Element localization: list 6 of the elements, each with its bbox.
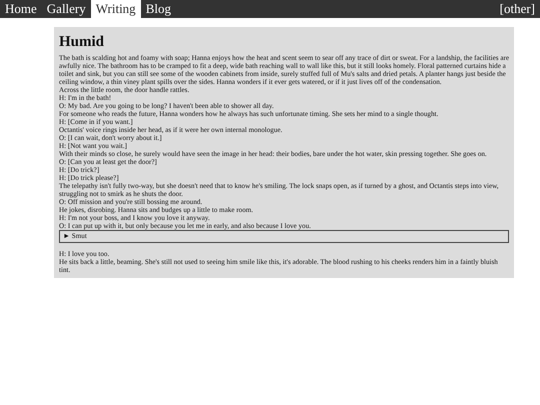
nav-link[interactable]: Gallery [42, 0, 91, 18]
story-title: Humid [59, 33, 106, 51]
nav-link[interactable]: Blog [140, 0, 176, 18]
nav-link[interactable]: [other] [494, 0, 540, 18]
nav-link[interactable]: Writing [90, 0, 141, 18]
nav-link[interactable]: Home [0, 0, 42, 18]
